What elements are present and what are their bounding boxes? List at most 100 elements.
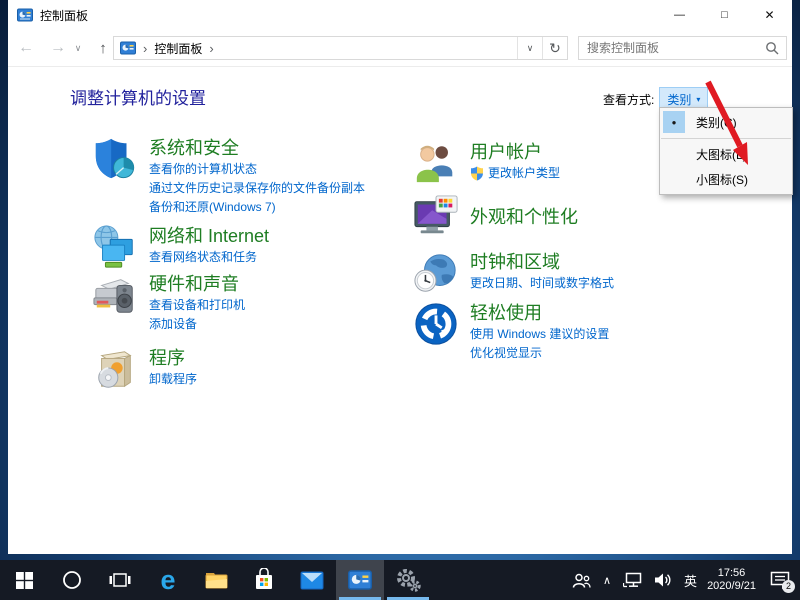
address-bar[interactable]: › 控制面板 › ∨ ↻ [113, 36, 568, 60]
selected-radio-icon: ● [663, 111, 685, 133]
system-tray: ∧ 英 17:56 2020/9/21 [572, 567, 800, 593]
search-box[interactable] [578, 36, 787, 60]
clock[interactable]: 17:56 2020/9/21 [707, 567, 756, 593]
menu-item-small-icons-label: 小图标(S) [696, 171, 748, 188]
category-title-programs[interactable]: 程序 [149, 346, 197, 370]
cortana-button[interactable] [48, 560, 96, 600]
window-title: 控制面板 [40, 7, 88, 24]
link-change-date-time[interactable]: 更改日期、时间或数字格式 [470, 274, 614, 293]
category-network-internet: 网络和 Internet 查看网络状态和任务 [92, 224, 269, 270]
link-change-account-type[interactable]: 更改帐户类型 [470, 164, 560, 183]
address-dropdown-icon[interactable]: ∨ [517, 37, 542, 59]
page-title: 调整计算机的设置 [70, 84, 206, 109]
close-button[interactable]: ✕ [747, 0, 792, 30]
back-button[interactable]: ← [12, 30, 40, 66]
menu-item-large-icons-label: 大图标(L) [696, 146, 747, 163]
settings-taskbar-button[interactable] [384, 560, 432, 600]
category-system-security: 系统和安全 查看你的计算机状态 通过文件历史记录保存你的文件备份副本 备份和还原… [92, 136, 365, 217]
menu-item-category[interactable]: ● 类别(C) [660, 110, 792, 135]
link-suggested-settings[interactable]: 使用 Windows 建议的设置 [470, 325, 609, 344]
link-backup-restore[interactable]: 备份和还原(Windows 7) [149, 198, 365, 217]
link-uninstall-program[interactable]: 卸载程序 [149, 370, 197, 389]
category-title-clock-region[interactable]: 时钟和区域 [470, 250, 614, 274]
category-appearance: 外观和个性化 [413, 194, 578, 240]
ime-indicator[interactable]: 英 [684, 571, 697, 590]
maximize-button[interactable]: □ [702, 0, 747, 30]
edge-icon: e [160, 567, 175, 594]
task-view-icon [109, 571, 131, 589]
cortana-circle-icon [62, 570, 82, 590]
category-title-appearance[interactable]: 外观和个性化 [470, 205, 578, 229]
menu-item-small-icons[interactable]: 小图标(S) [660, 167, 792, 192]
category-programs: 程序 卸载程序 [92, 346, 197, 392]
refresh-icon[interactable]: ↻ [542, 37, 567, 59]
start-button[interactable] [0, 560, 48, 600]
tray-date: 2020/9/21 [707, 580, 756, 592]
notification-badge: 2 [782, 580, 795, 593]
store-icon [253, 568, 275, 592]
clock-region-icon[interactable] [413, 250, 459, 296]
control-panel-icon [120, 40, 136, 56]
action-center-button[interactable]: 2 [770, 571, 790, 590]
mail-button[interactable] [288, 560, 336, 600]
control-panel-icon [17, 7, 33, 23]
task-view-button[interactable] [96, 560, 144, 600]
network-icon[interactable] [623, 572, 642, 588]
people-icon[interactable] [572, 572, 591, 589]
link-computer-status[interactable]: 查看你的计算机状态 [149, 160, 365, 179]
settings-gears-icon [395, 567, 421, 593]
category-hardware-sound: 硬件和声音 查看设备和打印机 添加设备 [92, 272, 245, 334]
program-box-icon[interactable] [92, 346, 138, 392]
category-clock-region: 时钟和区域 更改日期、时间或数字格式 [413, 250, 614, 296]
file-explorer-button[interactable] [192, 560, 240, 600]
view-by-label: 查看方式: [603, 91, 654, 108]
category-ease-of-access: 轻松使用 使用 Windows 建议的设置 优化视觉显示 [413, 301, 609, 363]
search-input[interactable] [579, 41, 765, 55]
control-panel-icon [348, 568, 372, 592]
link-file-history[interactable]: 通过文件历史记录保存你的文件备份副本 [149, 179, 365, 198]
personalization-icon[interactable] [413, 194, 459, 240]
printer-speaker-icon[interactable] [92, 272, 138, 318]
view-by-value: 类别 [667, 91, 691, 108]
forward-button[interactable]: → [44, 30, 72, 66]
chevron-down-icon: ▾ [696, 95, 700, 104]
navigation-bar: ← → ∨ ↑ › 控制面板 › ∨ ↻ [8, 30, 792, 67]
breadcrumb-chevron-icon: › [143, 41, 147, 56]
radio-bullet-icon: ● [672, 118, 677, 127]
tray-time: 17:56 [718, 567, 746, 579]
category-title-user-accounts[interactable]: 用户帐户 [470, 140, 560, 164]
category-title-network-internet[interactable]: 网络和 Internet [149, 224, 269, 248]
category-user-accounts: 用户帐户 更改帐户类型 [413, 140, 560, 186]
show-hidden-icons-chevron[interactable]: ∧ [603, 574, 611, 587]
users-icon[interactable] [413, 140, 459, 186]
mail-icon [300, 571, 324, 590]
category-title-hardware-sound[interactable]: 硬件和声音 [149, 272, 245, 296]
uac-shield-icon [470, 166, 484, 181]
link-network-status[interactable]: 查看网络状态和任务 [149, 248, 269, 267]
volume-icon[interactable] [654, 572, 672, 588]
minimize-button[interactable]: — [657, 0, 702, 30]
store-button[interactable] [240, 560, 288, 600]
recent-pages-dropdown-icon[interactable]: ∨ [70, 30, 86, 66]
link-change-account-type-label: 更改帐户类型 [488, 164, 560, 183]
menu-item-large-icons[interactable]: 大图标(L) [660, 142, 792, 167]
ease-of-access-icon[interactable] [413, 301, 459, 347]
security-shield-icon[interactable] [92, 136, 138, 182]
link-optimize-visual[interactable]: 优化视觉显示 [470, 344, 609, 363]
link-devices-printers[interactable]: 查看设备和打印机 [149, 296, 245, 315]
menu-item-category-label: 类别(C) [696, 114, 737, 131]
category-title-ease-of-access[interactable]: 轻松使用 [470, 301, 609, 325]
breadcrumb-chevron-icon[interactable]: › [209, 41, 213, 56]
control-panel-taskbar-button[interactable] [336, 560, 384, 600]
taskbar: e [0, 560, 800, 600]
network-globe-icon[interactable] [92, 224, 138, 270]
search-icon[interactable] [765, 41, 779, 55]
control-panel-window: 控制面板 — □ ✕ ← → ∨ ↑ › 控制面板 › ∨ ↻ [8, 0, 792, 554]
title-bar: 控制面板 — □ ✕ [8, 0, 792, 30]
link-add-device[interactable]: 添加设备 [149, 315, 245, 334]
menu-separator [661, 138, 791, 139]
breadcrumb-control-panel[interactable]: 控制面板 [154, 40, 202, 57]
category-title-system-security[interactable]: 系统和安全 [149, 136, 365, 160]
file-explorer-icon [204, 569, 228, 591]
edge-button[interactable]: e [144, 560, 192, 600]
